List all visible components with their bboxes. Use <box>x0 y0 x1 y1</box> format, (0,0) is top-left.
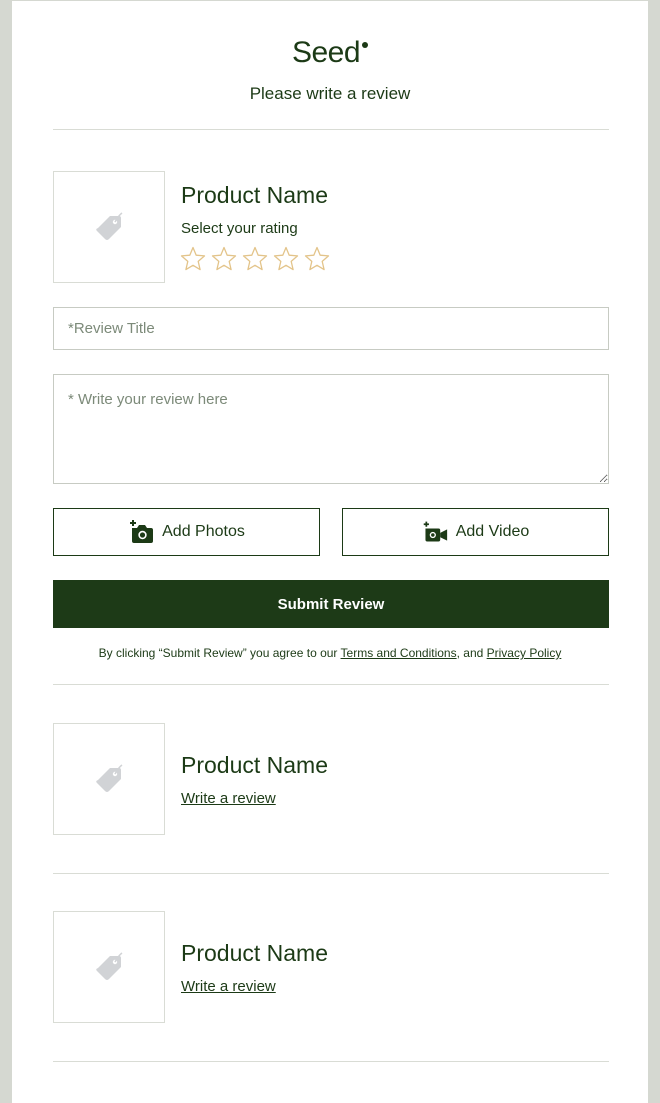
star-3-icon[interactable] <box>242 246 268 272</box>
legal-prefix: By clicking “Submit Review” you agree to… <box>98 646 341 660</box>
legal-notice: By clicking “Submit Review” you agree to… <box>12 646 648 660</box>
add-camera-icon <box>130 520 154 543</box>
add-video-icon <box>423 521 447 542</box>
product-name: Product Name <box>181 940 329 966</box>
product-name: Product Name <box>181 182 329 208</box>
star-rating <box>180 246 330 272</box>
add-video-button[interactable]: Add Video <box>342 508 609 556</box>
review-title-input[interactable] <box>53 307 609 350</box>
privacy-link[interactable]: Privacy Policy <box>487 646 562 660</box>
star-2-icon[interactable] <box>211 246 237 272</box>
legal-middle: , and <box>456 646 487 660</box>
page-subtitle: Please write a review <box>249 84 411 103</box>
product-thumbnail <box>53 911 165 1023</box>
write-review-link[interactable]: Write a review <box>181 978 276 995</box>
product-thumbnail <box>53 171 165 283</box>
tag-icon <box>96 212 123 240</box>
rating-label: Select your rating <box>181 220 298 237</box>
add-photos-button[interactable]: Add Photos <box>53 508 320 556</box>
header-divider <box>53 129 609 130</box>
tag-icon <box>96 764 123 792</box>
brand-dot <box>362 42 369 48</box>
product-name: Product Name <box>181 752 329 778</box>
review-card: Seed Please write a review Product Name … <box>12 1 648 1103</box>
star-4-icon[interactable] <box>273 246 299 272</box>
section-divider <box>53 873 609 874</box>
star-5-icon[interactable] <box>304 246 330 272</box>
add-video-label: Add Video <box>455 523 530 540</box>
brand-name: Seed <box>291 36 361 69</box>
review-body-textarea[interactable] <box>53 374 609 484</box>
section-divider <box>53 1061 609 1062</box>
brand-logo: Seed <box>12 35 648 71</box>
product-thumbnail <box>53 723 165 835</box>
terms-link[interactable]: Terms and Conditions <box>341 646 457 660</box>
submit-review-button[interactable]: Submit Review <box>53 580 609 628</box>
write-review-link[interactable]: Write a review <box>181 790 276 807</box>
add-photos-label: Add Photos <box>162 523 245 540</box>
star-1-icon[interactable] <box>180 246 206 272</box>
section-divider <box>53 684 609 685</box>
tag-icon <box>96 952 123 980</box>
